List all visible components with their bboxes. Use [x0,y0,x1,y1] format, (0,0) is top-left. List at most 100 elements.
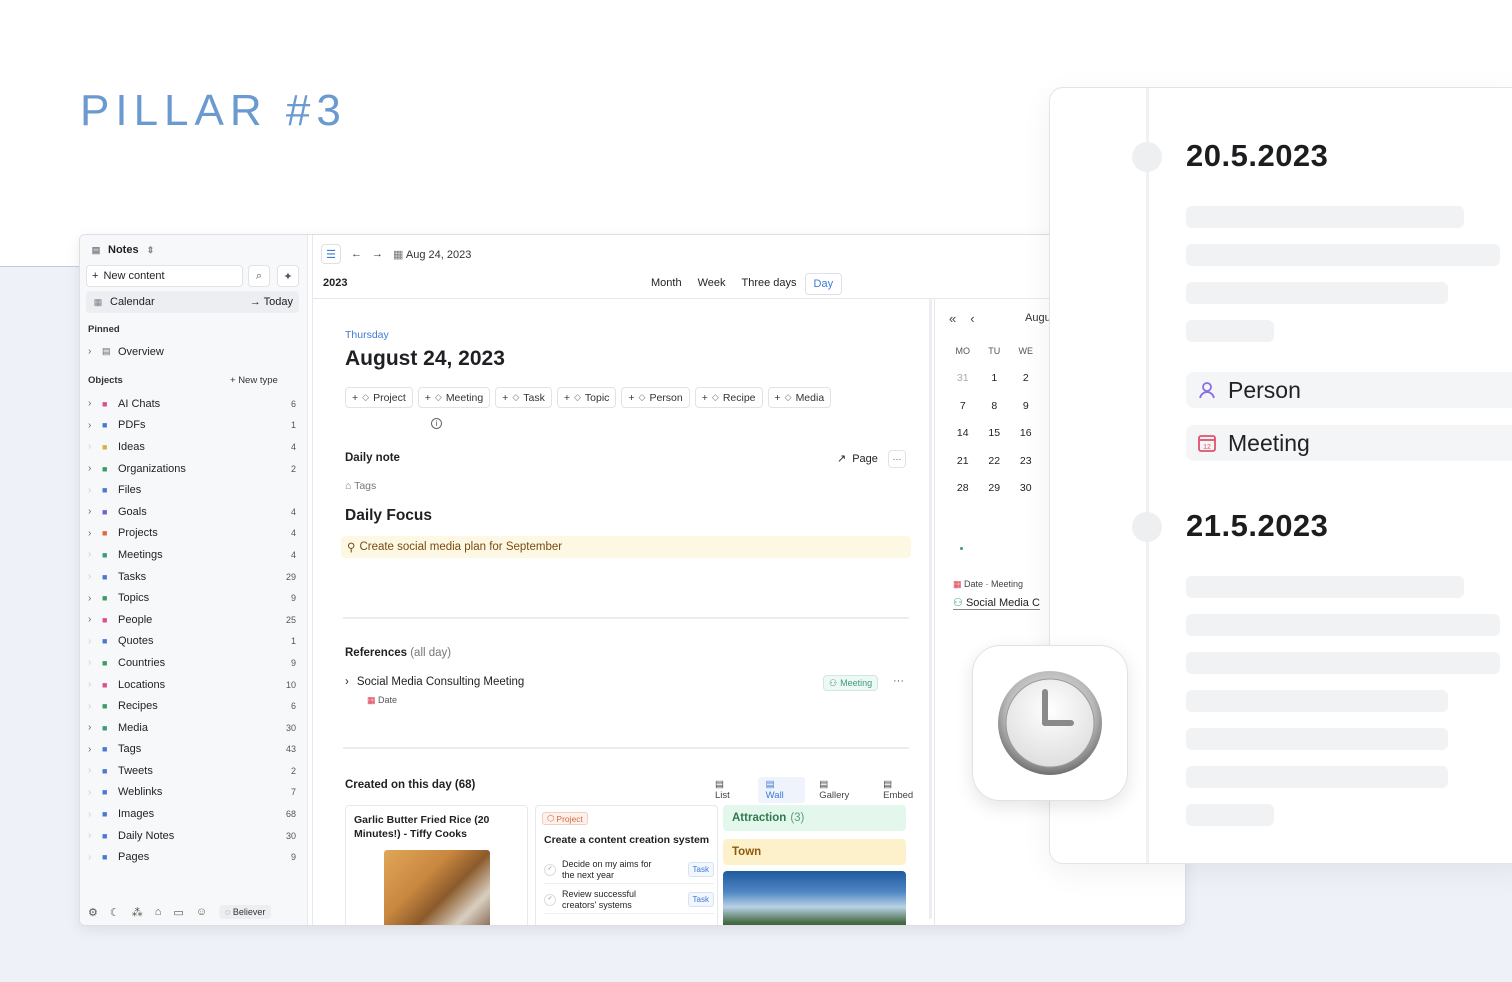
chevron-right-icon[interactable]: › [88,614,102,625]
add-recipe-chip[interactable]: + ◇ Recipe [694,387,763,408]
add-meeting-chip[interactable]: + ◇ Meeting [417,387,491,408]
day-cell[interactable]: 29 [979,482,1011,494]
ai-button[interactable]: ✦ [277,265,299,287]
new-type-button[interactable]: + New type [230,375,278,386]
new-content-button[interactable]: + New content [86,265,243,287]
view-tab-week[interactable]: Week [690,273,734,295]
tags-field[interactable]: ⌂ Tags [345,480,376,492]
meeting-badge[interactable]: ⚇ Meeting [823,675,879,691]
view-tab-three-days[interactable]: Three days [734,273,805,295]
chevron-right-icon[interactable]: › [88,506,102,517]
day-cell[interactable]: 28 [947,482,979,494]
settings-icon[interactable]: ⚙ [88,906,98,919]
day-cell[interactable]: 23 [1010,455,1042,467]
add-media-chip[interactable]: + ◇ Media [767,387,832,408]
chevron-right-icon[interactable]: › [88,636,102,647]
double-chevron-left-icon[interactable]: « [949,311,956,326]
chevron-right-icon[interactable]: › [88,787,102,798]
chevron-right-icon[interactable]: › [88,485,102,496]
sidebar-item-calendar[interactable]: ▦ Calendar → Today [86,291,299,313]
list-toggle-button[interactable]: ☰ [321,244,341,264]
view-tab-month[interactable]: Month [643,273,690,295]
sidebar-item-people[interactable]: › ■ People 25 [88,609,300,631]
chevron-right-icon[interactable]: › [88,463,102,474]
add-task-chip[interactable]: + ◇ Task [495,387,552,408]
view-tab-day[interactable]: Day [804,273,843,295]
group-header-town[interactable]: Town [723,839,906,865]
open-page-button[interactable]: ↗ Page [837,452,878,466]
day-cell[interactable]: 30 [1010,482,1042,494]
today-button[interactable]: → Today [250,296,293,308]
sidebar-item-goals[interactable]: › ■ Goals 4 [88,501,300,523]
chevron-right-icon[interactable]: › [88,441,102,452]
chevron-right-icon[interactable]: › [88,744,102,755]
sidebar-item-quotes[interactable]: › ■ Quotes 1 [88,631,300,653]
user-icon[interactable]: ☺ [196,906,207,918]
plan-badge[interactable]: ◌ Believer [219,905,272,919]
recipe-card[interactable]: Garlic Butter Fried Rice (20 Minutes!) -… [345,805,528,925]
day-cell[interactable]: 31 [947,372,979,384]
layout-tab-embed[interactable]: ▤ Embed [875,777,933,803]
sidebar-item-topics[interactable]: › ■ Topics 9 [88,587,300,609]
sidebar-item-pdfs[interactable]: › ■ PDFs 1 [88,415,300,437]
moon-icon[interactable]: ☾ [110,906,120,919]
add-topic-chip[interactable]: + ◇ Topic [556,387,617,408]
layout-tab-list[interactable]: ▤ List [707,777,752,803]
task-check-icon[interactable]: ✓ [544,863,556,876]
day-cell[interactable]: 16 [1010,427,1042,439]
back-arrow-icon[interactable]: ← [351,248,362,260]
group-header-attraction[interactable]: Attraction (3) [723,805,906,831]
chevron-right-icon[interactable]: › [88,852,102,863]
sidebar-item-projects[interactable]: › ■ Projects 4 [88,523,300,545]
event-link[interactable]: ⚇ Social Media C [953,596,1040,610]
layout-tab-gallery[interactable]: ▤ Gallery [811,777,869,803]
chevron-right-icon[interactable]: › [88,830,102,841]
chevron-right-icon[interactable]: › [88,398,102,409]
chevron-right-icon[interactable]: › [88,809,102,820]
chevron-right-icon[interactable]: › [88,420,102,431]
inbox-icon[interactable]: ▭ [173,906,183,919]
project-card[interactable]: ⬡ Project Create a content creation syste… [535,805,718,925]
chevron-right-icon[interactable]: › [88,571,102,582]
chevron-right-icon[interactable]: › [88,679,102,690]
learn-icon[interactable]: ⌂ [155,906,162,918]
task-row[interactable]: ✓ Review successful creators' systems Ta… [544,886,714,914]
info-icon[interactable]: i [431,418,442,429]
day-cell[interactable]: 1 [979,372,1011,384]
sidebar-item-locations[interactable]: › ■ Locations 10 [88,674,300,696]
sidebar-item-ideas[interactable]: › ■ Ideas 4 [88,436,300,458]
reference-item[interactable]: › Social Media Consulting Meeting [345,676,524,688]
add-project-chip[interactable]: + ◇ Project [345,387,413,408]
chevron-right-icon[interactable]: › [88,722,102,733]
sidebar-item-media[interactable]: › ■ Media 30 [88,717,300,739]
sidebar-item-overview[interactable]: › ▤ Overview [88,341,300,363]
sidebar-item-meetings[interactable]: › ■ Meetings 4 [88,544,300,566]
workspace-switcher[interactable]: ▤ Notes ⇕ [90,244,157,256]
chevron-right-icon[interactable]: › [345,676,349,688]
sidebar-item-countries[interactable]: › ■ Countries 9 [88,652,300,674]
day-cell[interactable]: 7 [947,400,979,412]
chevron-right-icon[interactable]: › [88,701,102,712]
day-cell[interactable]: 15 [979,427,1011,439]
chevron-right-icon[interactable]: › [88,346,102,357]
day-cell[interactable]: 22 [979,455,1011,467]
layout-tab-wall[interactable]: ▤ Wall [757,777,806,803]
focus-item[interactable]: ⚲ Create social media plan for September [341,536,911,558]
task-row[interactable]: ✓ Decide on my aims for the next year Ta… [544,856,714,884]
graph-icon[interactable]: ⁂ [132,906,143,919]
sidebar-item-files[interactable]: › ■ Files [88,479,300,501]
sidebar-item-tasks[interactable]: › ■ Tasks 29 [88,566,300,588]
sidebar-item-organizations[interactable]: › ■ Organizations 2 [88,458,300,480]
add-person-chip[interactable]: + ◇ Person [621,387,690,408]
chevron-right-icon[interactable]: › [88,593,102,604]
day-cell[interactable]: 2 [1010,372,1042,384]
sidebar-item-images[interactable]: › ■ Images 68 [88,803,300,825]
chevron-left-icon[interactable]: ‹ [970,311,974,326]
day-cell[interactable]: 14 [947,427,979,439]
scrollbar[interactable] [929,299,932,919]
meeting-tag[interactable]: 12 Meeting [1186,425,1512,461]
forward-arrow-icon[interactable]: → [372,248,383,260]
sidebar-item-tweets[interactable]: › ■ Tweets 2 [88,760,300,782]
day-cell[interactable]: 21 [947,455,979,467]
more-button[interactable]: ··· [888,450,906,468]
